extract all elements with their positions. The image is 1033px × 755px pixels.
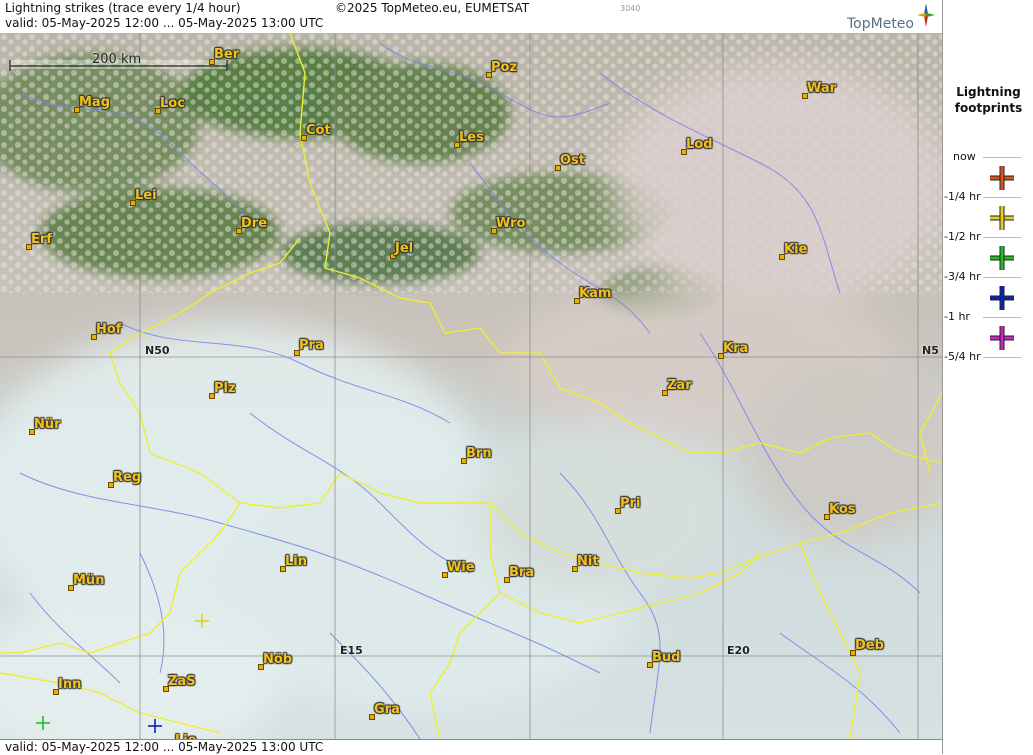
city-label: Cot xyxy=(306,123,331,138)
city-label: Jel xyxy=(395,241,414,256)
grid-label-n50-right: N5 xyxy=(922,344,939,357)
legend-title-line2: footprints xyxy=(954,101,1023,115)
city-label: Nit xyxy=(577,554,599,569)
city-label: Deb xyxy=(855,638,884,653)
city-label: Zar xyxy=(667,378,692,393)
map-footer: valid: 05-May-2025 12:00 ... 05-May-2025… xyxy=(0,739,942,755)
map-title: Lightning strikes (trace every 1/4 hour) xyxy=(5,1,241,15)
city-label: Lod xyxy=(686,137,713,152)
city-label: Inn xyxy=(58,677,82,692)
satellite-map[interactable]: 200 km N50 N5 E15 E20 Ber Poz War Mag Loc Cot… xyxy=(0,33,942,739)
city-label: Pra xyxy=(299,338,324,353)
city-label: Dre xyxy=(241,216,268,231)
city-label: Mün xyxy=(73,573,105,588)
city-label: Nöb xyxy=(263,652,293,667)
grid-label-e15: E15 xyxy=(340,644,363,657)
legend-cross-icon xyxy=(990,286,1014,310)
city-label: Reg xyxy=(113,470,142,485)
scale-label: 200 km xyxy=(92,52,142,67)
map-code: 3040 xyxy=(620,4,641,13)
city-label: War xyxy=(807,81,837,96)
city-label: Poz xyxy=(491,60,518,75)
map-header: Lightning strikes (trace every 1/4 hour)… xyxy=(0,0,942,34)
city-label: Kos xyxy=(829,502,856,517)
legend-panel: Lightning footprints now -1/4 hr -1/2 hr -3… xyxy=(942,0,1033,754)
city-label: Lei xyxy=(135,188,157,203)
city-label: Les xyxy=(459,130,484,145)
grid-label-n50: N50 xyxy=(145,344,170,357)
city-label: Gra xyxy=(374,702,400,717)
city-label: Nür xyxy=(34,417,61,432)
compass-icon xyxy=(917,3,935,27)
city-label: Wie xyxy=(447,560,475,575)
city-label: ZaS xyxy=(168,674,196,689)
city-label: Kra xyxy=(723,341,749,356)
legend-cross-icon xyxy=(990,166,1014,190)
legend-cross-icon xyxy=(990,206,1014,230)
city-label: Mag xyxy=(79,95,111,110)
valid-time-top: valid: 05-May-2025 12:00 ... 05-May-2025… xyxy=(5,16,324,30)
legend-cross-icon xyxy=(990,326,1014,350)
legend-label: now xyxy=(953,150,976,163)
city-label: Kie xyxy=(784,242,808,257)
city-label: Ber xyxy=(214,47,240,62)
city-label: Ost xyxy=(560,153,586,168)
logo-text: TopMeteo xyxy=(847,16,914,32)
legend-label: -5/4 hr xyxy=(944,350,981,363)
legend-label: -3/4 hr xyxy=(944,270,981,283)
legend-separator xyxy=(983,237,1021,238)
city-label: Bud xyxy=(652,650,681,665)
grid-label-e20: E20 xyxy=(727,644,750,657)
topmeteo-logo[interactable]: TopMeteo xyxy=(836,2,936,32)
legend-label: -1/2 hr xyxy=(944,230,981,243)
city-label: Erf xyxy=(31,232,52,247)
city-label: Plz xyxy=(214,381,236,396)
city-label: Brn xyxy=(466,446,492,461)
city-label: Hof xyxy=(96,322,122,337)
city-label: Kam xyxy=(579,286,612,301)
city-label: Pri xyxy=(620,496,641,511)
legend-label: -1 hr xyxy=(944,310,970,323)
legend-separator xyxy=(983,357,1021,358)
legend-separator xyxy=(983,277,1021,278)
legend-separator xyxy=(983,157,1021,158)
legend-cross-icon xyxy=(990,246,1014,270)
city-label: Loc xyxy=(160,96,185,111)
copyright-text: ©2025 TopMeteo.eu, EUMETSAT xyxy=(335,1,530,15)
city-label: Lin xyxy=(285,554,307,569)
city-label: Wro xyxy=(496,216,526,231)
legend-label: -1/4 hr xyxy=(944,190,981,203)
legend-separator xyxy=(983,197,1021,198)
city-label: Bra xyxy=(509,565,535,580)
valid-time-bottom: valid: 05-May-2025 12:00 ... 05-May-2025… xyxy=(5,740,324,754)
legend-title-line1: Lightning xyxy=(956,85,1021,99)
legend-title: Lightning footprints xyxy=(943,84,1033,116)
legend-separator xyxy=(983,317,1021,318)
